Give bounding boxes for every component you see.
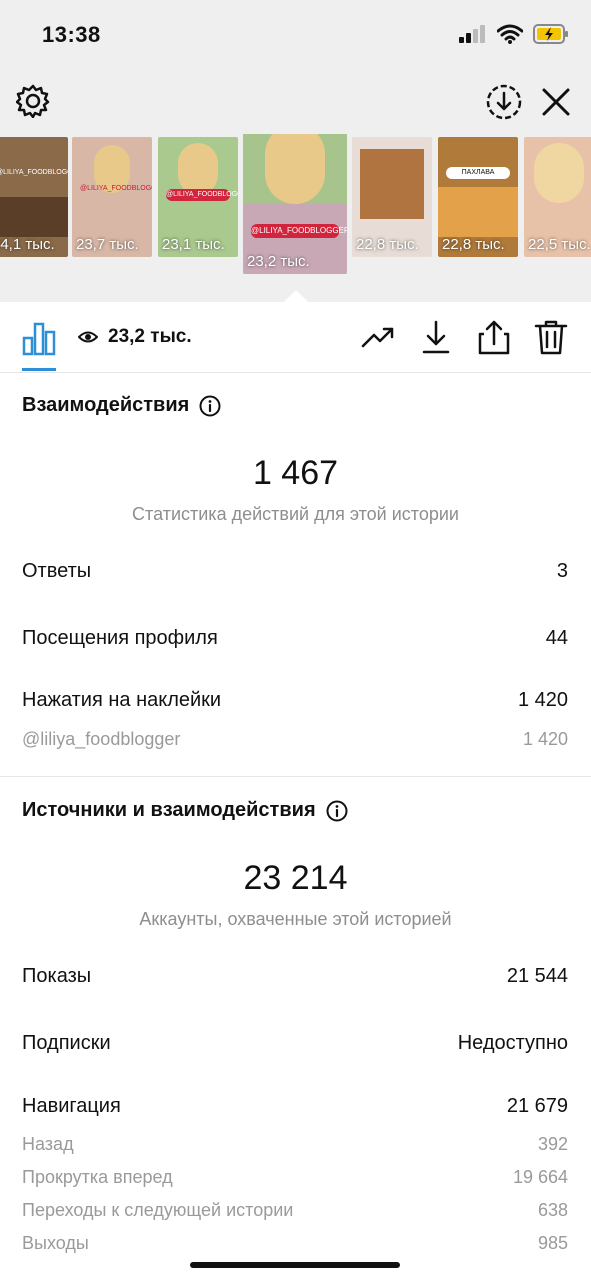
stat-label: Посещения профиля <box>22 627 218 649</box>
stat-value: 1 420 <box>517 689 568 711</box>
share-icon[interactable] <box>476 318 512 356</box>
stat-row-sticker-taps: Нажатия на наклейки 1 420 <box>22 689 568 712</box>
food-grid-image <box>360 149 424 219</box>
info-icon[interactable] <box>199 395 221 417</box>
story-views: 24,1 тыс. <box>0 236 55 253</box>
food-image <box>438 187 518 237</box>
insights-bar-chart-icon[interactable] <box>22 320 56 356</box>
info-icon[interactable] <box>326 800 348 822</box>
discovery-total: 23 214 <box>243 859 348 897</box>
trending-icon[interactable] <box>360 318 396 356</box>
story-views: 23,1 тыс. <box>162 236 225 253</box>
story-views: 22,8 тыс. <box>356 236 419 253</box>
story-thumbnail[interactable]: ПАХЛАВА 22,8 тыс. <box>438 137 518 257</box>
story-sticker: @LILIYA_FOODBLOGGER <box>166 189 238 201</box>
close-icon[interactable] <box>540 86 572 118</box>
stat-value: 19 664 <box>512 1167 568 1187</box>
stat-value: 638 <box>537 1200 568 1220</box>
story-thumbnail[interactable]: @LILIYA_FOODBLOGGER 24,1 тыс. <box>0 137 68 257</box>
wifi-icon <box>497 24 523 44</box>
story-views: 22,5 тыс. <box>528 236 591 253</box>
save-story-icon[interactable] <box>486 84 522 120</box>
status-bar: 13:38 <box>0 0 591 70</box>
person-image <box>534 143 584 203</box>
food-image <box>0 197 68 237</box>
stat-value: 985 <box>537 1233 568 1253</box>
stat-label: Навигация <box>22 1095 121 1117</box>
story-thumbnail[interactable]: 22,5 тыс. <box>524 137 591 257</box>
story-sticker: @LILIYA_FOODBLOGGER <box>251 224 347 238</box>
discovery-title: Источники и взаимодействия <box>22 799 316 821</box>
stat-value: 1 420 <box>522 729 568 749</box>
interactions-total: 1 467 <box>252 454 339 492</box>
story-views: 23,7 тыс. <box>76 236 139 253</box>
stat-label: Прокрутка вперед <box>22 1167 173 1187</box>
person-image <box>265 134 325 204</box>
home-indicator[interactable] <box>190 1262 400 1268</box>
stat-subrow-forward: Прокрутка вперед 19 664 <box>22 1167 568 1188</box>
stat-label: Подписки <box>22 1032 111 1054</box>
story-thumbnail-selected[interactable]: @LILIYA_FOODBLOGGER 23,2 тыс. <box>243 134 347 274</box>
story-sticker: @LILIYA_FOODBLOGGER <box>80 185 152 192</box>
stat-label: Назад <box>22 1134 74 1154</box>
stat-label: Выходы <box>22 1233 89 1253</box>
status-icons <box>459 24 569 44</box>
status-time: 13:38 <box>42 22 101 47</box>
stat-row-replies: Ответы 3 <box>22 560 568 583</box>
story-thumbnail[interactable]: @LILIYA_FOODBLOGGER 23,7 тыс. <box>72 137 152 257</box>
active-tab-indicator <box>22 368 56 371</box>
interactions-caption: Статистика действий для этой истории <box>132 504 459 524</box>
story-views: 23,2 тыс. <box>247 253 310 270</box>
story-thumbnail[interactable]: @LILIYA_FOODBLOGGER 23,1 тыс. <box>158 137 238 257</box>
gear-icon[interactable] <box>16 84 50 118</box>
eye-icon <box>78 331 98 343</box>
stat-subrow-next-story: Переходы к следующей истории 638 <box>22 1200 568 1221</box>
stat-label: Нажатия на наклейки <box>22 689 222 711</box>
stat-label: Показы <box>22 965 92 987</box>
story-views: 22,8 тыс. <box>442 236 505 253</box>
stat-value: 3 <box>556 560 568 582</box>
stat-label: Переходы к следующей истории <box>22 1200 294 1220</box>
stat-subrow-sticker[interactable]: @liliya_foodblogger 1 420 <box>22 729 568 750</box>
battery-charging-icon <box>533 24 568 44</box>
stat-subrow-back: Назад 392 <box>22 1134 568 1155</box>
story-thumbnail[interactable]: 22,8 тыс. <box>352 137 432 257</box>
insights-toolbar: 23,2 тыс. <box>0 302 591 373</box>
stat-row-follows: Подписки Недоступно <box>22 1032 568 1055</box>
trash-icon[interactable] <box>533 318 569 356</box>
story-sticker: @LILIYA_FOODBLOGGER <box>0 169 68 176</box>
stat-value: 44 <box>545 627 568 649</box>
interactions-title: Взаимодействия <box>22 394 190 416</box>
discovery-caption: Аккаунты, охваченные этой историей <box>139 909 452 929</box>
interactions-header: Взаимодействия <box>22 394 221 417</box>
stat-value: 21 544 <box>506 965 568 987</box>
story-viewer-top-bar <box>0 70 591 134</box>
views-total: 23,2 тыс. <box>78 326 192 348</box>
section-divider <box>0 776 591 777</box>
insights-panel: 23,2 тыс. Взаимодействия 1 467 Статистик… <box>0 302 591 1280</box>
story-sticker: ПАХЛАВА <box>446 167 510 179</box>
stat-row-profile-visits: Посещения профиля 44 <box>22 627 568 650</box>
views-total-value: 23,2 тыс. <box>108 326 192 347</box>
stat-value: 21 679 <box>506 1095 568 1117</box>
stat-row-impressions: Показы 21 544 <box>22 965 568 988</box>
story-thumbnail-strip: @LILIYA_FOODBLOGGER 24,1 тыс. @LILIYA_FO… <box>0 134 591 302</box>
stat-subrow-exits: Выходы 985 <box>22 1233 568 1254</box>
discovery-header: Источники и взаимодействия <box>22 799 348 822</box>
stat-label: Ответы <box>22 560 92 582</box>
stat-value: Недоступно <box>457 1032 568 1054</box>
person-image <box>178 143 218 195</box>
download-icon[interactable] <box>418 318 454 356</box>
stat-row-navigation: Навигация 21 679 <box>22 1095 568 1118</box>
stat-label: @liliya_foodblogger <box>22 729 181 749</box>
cellular-signal-icon <box>459 25 485 43</box>
stat-value: 392 <box>537 1134 568 1154</box>
